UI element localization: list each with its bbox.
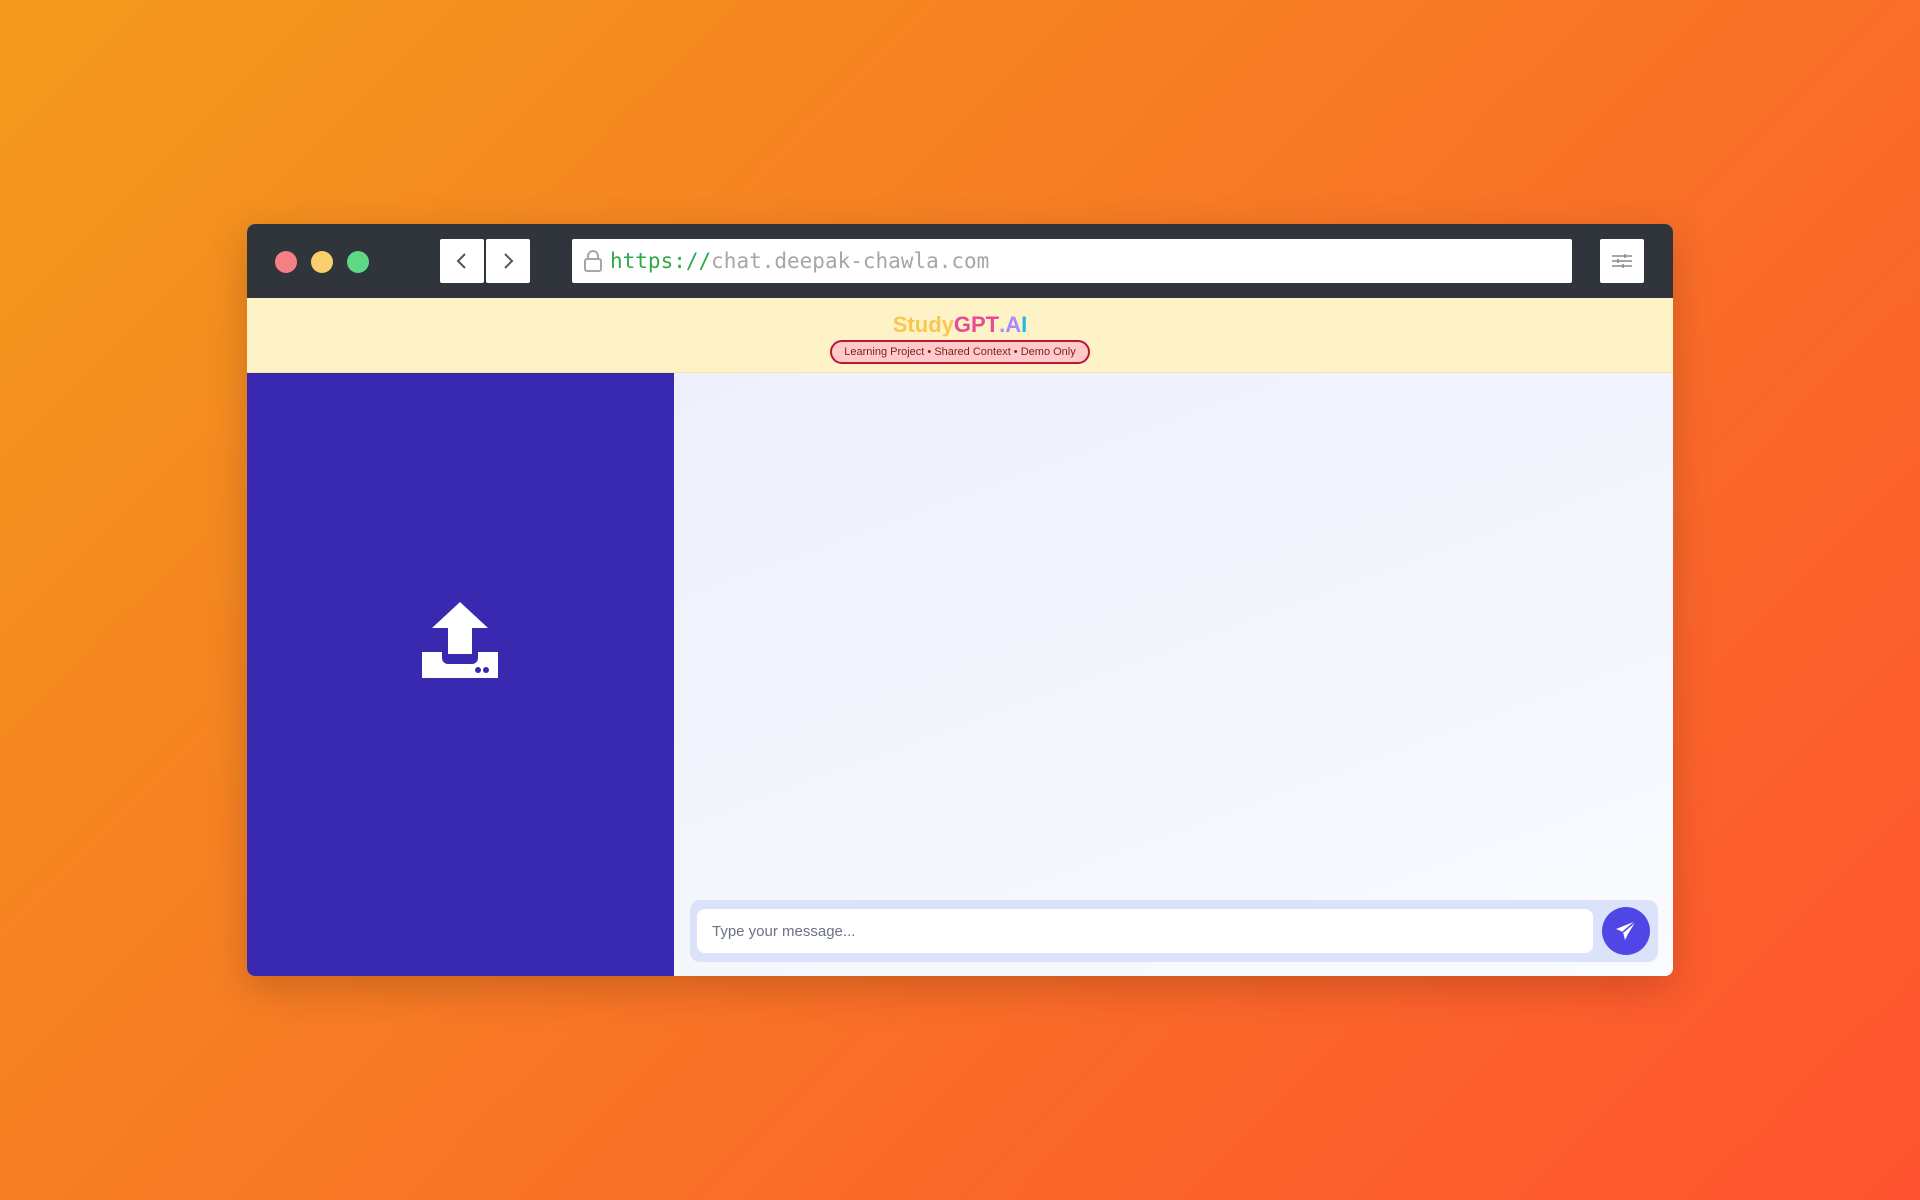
lock-icon xyxy=(582,249,604,273)
settings-button[interactable] xyxy=(1600,239,1644,283)
brand-part: GPT xyxy=(953,312,1000,337)
sidebar xyxy=(247,373,674,976)
chevron-right-icon xyxy=(504,253,514,269)
chat-panel xyxy=(674,373,1673,976)
paper-plane-icon xyxy=(1616,920,1637,940)
brand-part: Study xyxy=(892,312,954,337)
browser-titlebar: https://chat.deepak-chawla.com xyxy=(247,224,1673,298)
chevron-left-icon xyxy=(456,253,466,269)
back-button[interactable] xyxy=(440,239,484,283)
close-window-button[interactable] xyxy=(275,251,297,273)
forward-button[interactable] xyxy=(486,239,530,283)
brand-part: I xyxy=(1021,312,1028,337)
sliders-icon xyxy=(1612,254,1632,268)
message-composer xyxy=(690,900,1658,962)
url-host: chat.deepak-chawla.com xyxy=(711,249,990,273)
brand-logo: Study GPT. A I xyxy=(247,312,1673,338)
minimize-window-button[interactable] xyxy=(311,251,333,273)
maximize-window-button[interactable] xyxy=(347,251,369,273)
send-button[interactable] xyxy=(1602,907,1650,955)
message-input[interactable] xyxy=(697,909,1593,953)
upload-button[interactable] xyxy=(422,602,498,680)
app-header: Study GPT. A I Learning Project • Shared Co… xyxy=(247,298,1673,373)
upload-icon xyxy=(422,602,498,678)
browser-window: https://chat.deepak-chawla.com Study GPT.… xyxy=(247,224,1673,976)
brand-part: A xyxy=(1005,312,1022,337)
address-bar[interactable]: https://chat.deepak-chawla.com xyxy=(572,239,1572,283)
disclaimer-badge: Learning Project • Shared Context • Demo… xyxy=(830,340,1090,364)
url-scheme: https:// xyxy=(610,249,712,273)
